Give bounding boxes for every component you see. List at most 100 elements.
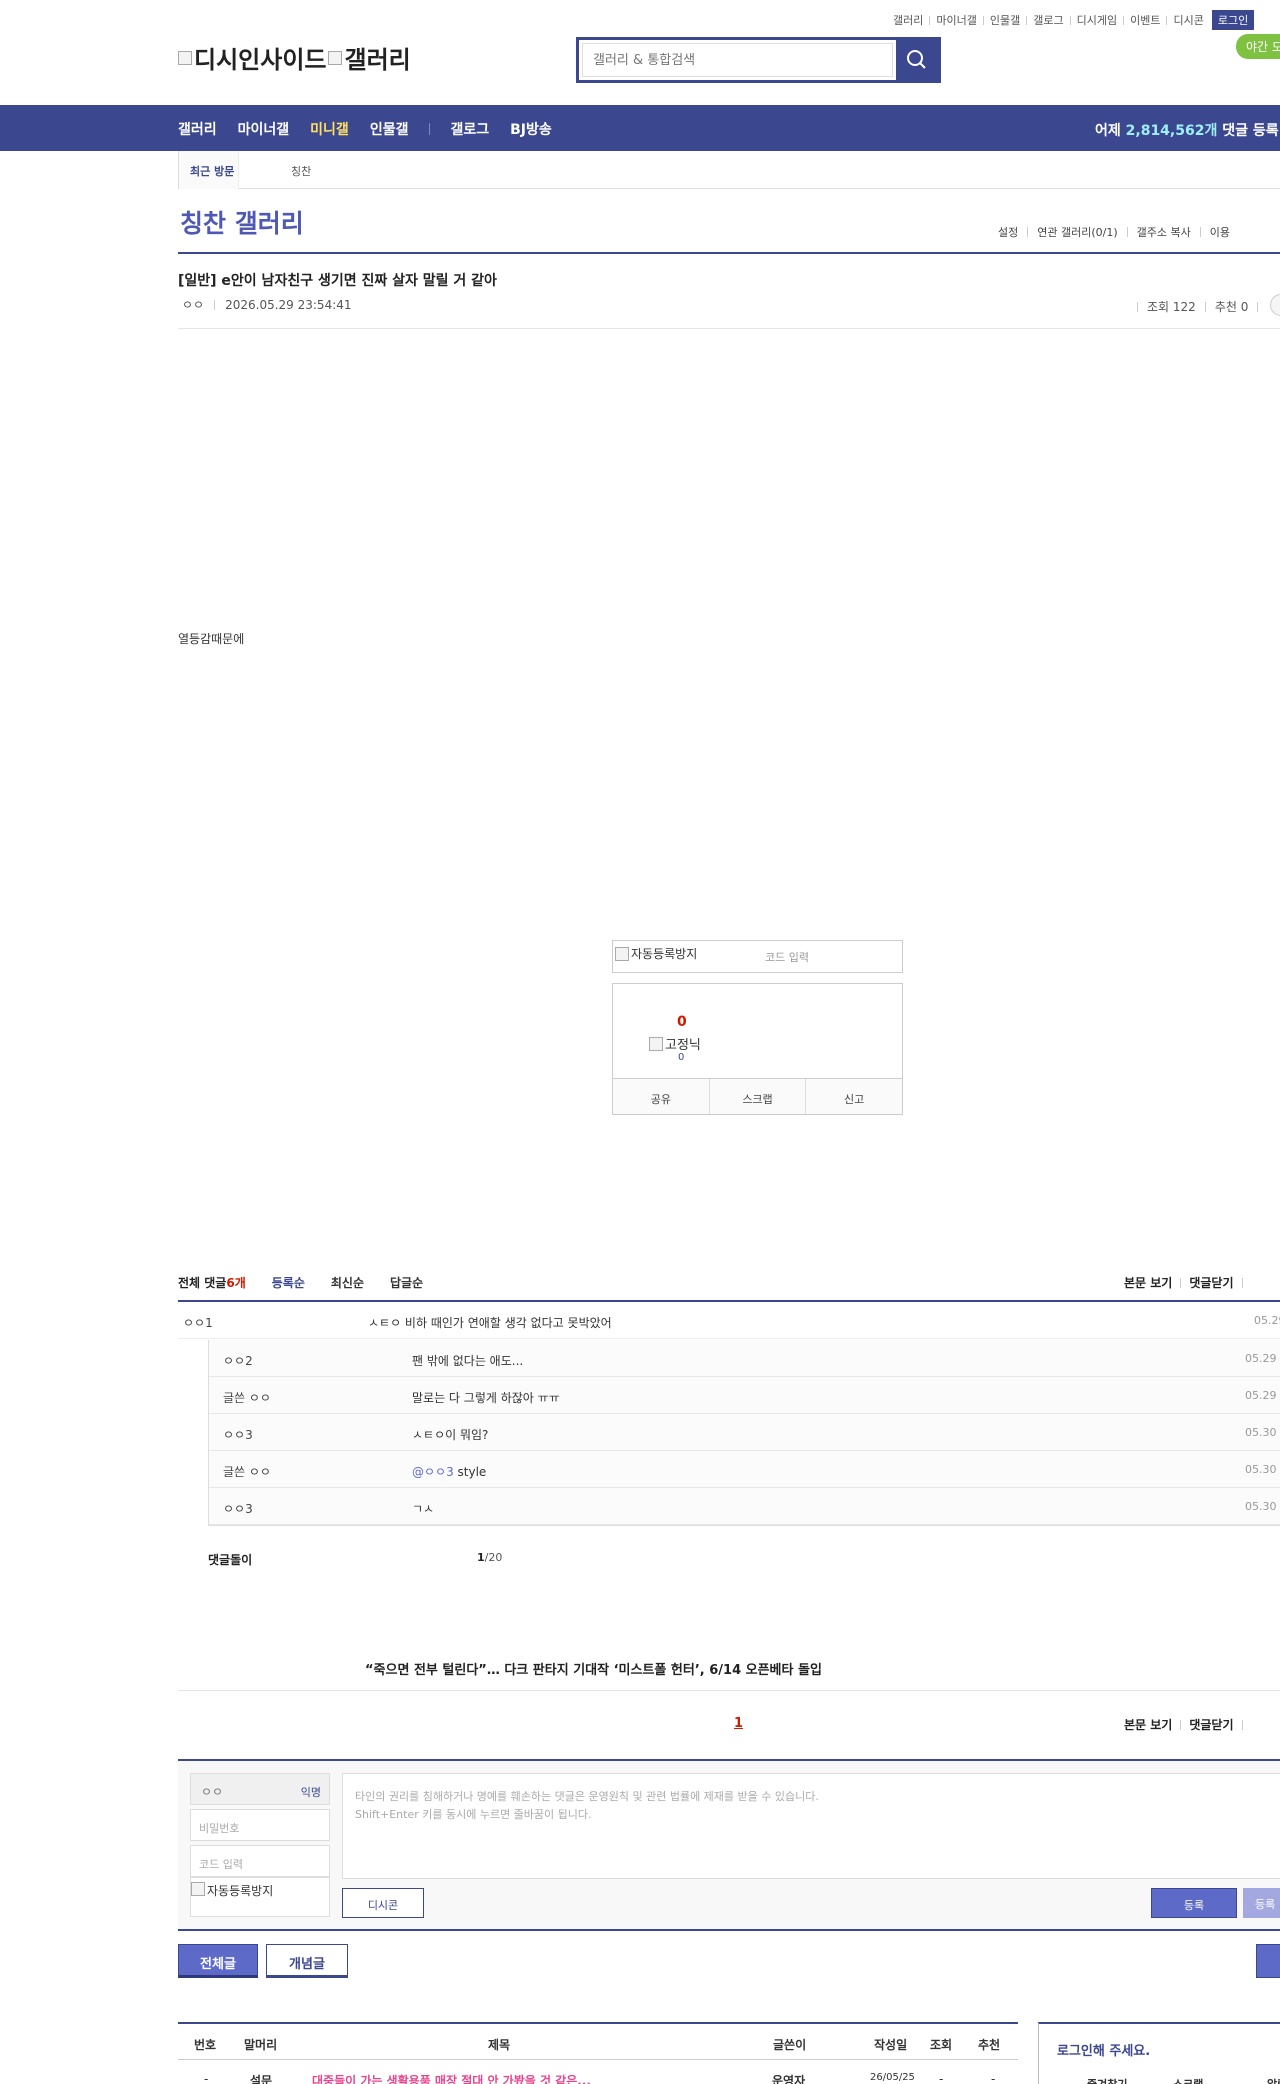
header-number: 번호 xyxy=(194,2038,217,2052)
password-field[interactable]: 비밀번호 xyxy=(190,1809,330,1841)
broken-image-icon xyxy=(178,50,192,65)
header-recommend: 추천 xyxy=(978,2038,1001,2052)
broken-image-icon xyxy=(649,1036,663,1051)
close-comments-link[interactable]: 댓글닫기 xyxy=(1189,1274,1233,1291)
row-writer[interactable]: 운영자 xyxy=(772,2072,805,2084)
divider xyxy=(1180,1719,1182,1730)
divider xyxy=(178,252,1280,254)
report-button[interactable]: 신고 xyxy=(806,1079,903,1114)
divider xyxy=(982,15,984,25)
code-input-field[interactable]: 코드 입력 xyxy=(190,1845,330,1877)
login-side-box: 로그인해 주세요. 즐겨찾기 스크랩 알림 xyxy=(1038,2022,1280,2084)
search-button[interactable] xyxy=(896,40,938,80)
top-link-person[interactable]: 인물갤 xyxy=(990,12,1020,28)
search-input[interactable] xyxy=(582,43,893,77)
close-comments-link[interactable]: 댓글닫기 xyxy=(1189,1716,1233,1733)
captcha-alt: 자동등록방지 xyxy=(631,947,698,961)
usage-link[interactable]: 이용 xyxy=(1210,224,1230,240)
night-mode-toggle[interactable]: 야간 모 xyxy=(1236,34,1280,59)
reply-nick[interactable]: 글쓴 ㅇㅇ xyxy=(223,1389,271,1406)
news-headline[interactable]: “죽으면 전부 털린다”… 다크 판타지 기대작 ‘미스트폴 헌터’, 6/14… xyxy=(365,1659,822,1678)
all-posts-button[interactable]: 전체글 xyxy=(178,1944,258,1978)
sort-latest[interactable]: 최신순 xyxy=(331,1274,364,1291)
reply-nick[interactable]: 글쓴 ㅇㅇ xyxy=(223,1463,271,1480)
comments-actions-bottom: 본문 보기 댓글닫기 xyxy=(1124,1716,1251,1733)
top-link-event[interactable]: 이벤트 xyxy=(1130,12,1160,28)
tab-scrap[interactable]: 스크랩 xyxy=(1173,2076,1203,2084)
comment-textarea[interactable]: 타인의 권리를 침해하거나 명예를 훼손하는 댓글은 운영원칙 및 관련 법률에… xyxy=(342,1773,1280,1879)
top-link-minor[interactable]: 마이너갤 xyxy=(936,12,976,28)
top-link-gallery[interactable]: 갤러리 xyxy=(893,12,923,28)
recent-visit-item[interactable]: 칭찬 xyxy=(291,163,311,179)
header-head: 말머리 xyxy=(244,2038,278,2052)
post-stats: 조회 122 추천 0 xyxy=(1128,298,1267,315)
row-views: - xyxy=(939,2072,944,2084)
pagination-current[interactable]: 1 xyxy=(734,1716,743,1731)
post-author[interactable]: ㅇㅇ xyxy=(182,296,204,313)
comment-stat: 어제 2,814,562개 댓글 등록 xyxy=(1095,120,1279,140)
top-link-dcgame[interactable]: 디시게임 xyxy=(1077,12,1117,28)
divider xyxy=(1241,1719,1243,1730)
reply-nick[interactable]: ㅇㅇ3 xyxy=(223,1500,253,1517)
header-date: 작성일 xyxy=(874,2038,908,2052)
site-logo[interactable]: 디시인사이드 갤러리 xyxy=(178,40,411,75)
scrap-button[interactable]: 스크랩 xyxy=(709,1079,807,1114)
nav-person-gallery[interactable]: 인물갤 xyxy=(370,119,409,139)
fixed-nick-count: 0 xyxy=(678,1052,685,1063)
nav-mini-gallery[interactable]: 미니갤 xyxy=(310,119,349,139)
tab-notifications[interactable]: 알림 xyxy=(1267,2076,1280,2084)
concept-posts-button[interactable]: 개념글 xyxy=(266,1944,348,1978)
top-link-gallog[interactable]: 갤로그 xyxy=(1033,12,1063,28)
gallery-title[interactable]: 칭찬 갤러리 xyxy=(180,204,304,240)
post-date: 2026.05.29 23:54:41 xyxy=(225,297,352,312)
share-icon[interactable] xyxy=(1270,294,1280,316)
nav-gallog[interactable]: 갤로그 xyxy=(450,119,489,139)
settings-link[interactable]: 설정 xyxy=(998,224,1018,240)
broken-image-icon xyxy=(328,50,343,65)
related-gallery-link[interactable]: 연관 갤러리(0/1) xyxy=(1037,224,1117,240)
login-prompt[interactable]: 로그인해 주세요. xyxy=(1057,2040,1150,2059)
post-meta: ㅇㅇ 2026.05.29 23:54:41 xyxy=(182,296,352,313)
comment-bot-link[interactable]: 댓글돌이 xyxy=(208,1551,252,1568)
dccon-button[interactable]: 디시콘 xyxy=(342,1888,424,1918)
sort-replies[interactable]: 답글순 xyxy=(390,1274,423,1291)
header-writer: 글쓴이 xyxy=(773,2038,807,2052)
comment-write-form: ㅇㅇ 익명 비밀번호 코드 입력 자동등록방지 타인의 권리를 침해하거나 명예… xyxy=(178,1761,1280,1931)
submit-secondary-button[interactable]: 등록 xyxy=(1243,1888,1280,1918)
recent-visit-tab[interactable]: 최근 방문 xyxy=(179,151,239,189)
view-body-link[interactable]: 본문 보기 xyxy=(1124,1274,1172,1291)
comment-page-current: 1 xyxy=(477,1551,485,1564)
anonymous-label: 익명 xyxy=(300,1786,321,1799)
fixed-nick-alt: 고정닉 xyxy=(665,1038,701,1053)
reply-nick[interactable]: ㅇㅇ3 xyxy=(223,1426,253,1443)
submit-button[interactable]: 등록 xyxy=(1151,1888,1237,1918)
captcha-code-input[interactable]: 코드 입력 xyxy=(765,949,809,965)
copy-address-link[interactable]: 갤주소 복사 xyxy=(1137,224,1191,240)
recommend-box: 0 고정닉 0 공유 스크랩 신고 xyxy=(612,983,903,1115)
top-link-dccon[interactable]: 디시콘 xyxy=(1173,12,1203,28)
reply-nick[interactable]: ㅇㅇ2 xyxy=(223,1352,253,1369)
sort-registered[interactable]: 등록순 xyxy=(272,1274,305,1291)
reply-date: 05.30 0 xyxy=(1245,1500,1280,1513)
nickname-field[interactable]: ㅇㅇ 익명 xyxy=(190,1773,330,1805)
recommend-captcha: 자동등록방지 코드 입력 xyxy=(612,940,903,973)
divider xyxy=(1199,227,1201,237)
login-button[interactable]: 로그인 xyxy=(1211,10,1255,30)
view-body-link[interactable]: 본문 보기 xyxy=(1124,1716,1172,1733)
fixed-nick-recommend-button[interactable]: 고정닉 xyxy=(649,1034,701,1053)
code-placeholder: 코드 입력 xyxy=(199,1858,243,1871)
nav-bj[interactable]: BJ방송 xyxy=(510,119,552,139)
comment-nick[interactable]: ㅇㅇ1 xyxy=(183,1314,213,1331)
nav-gallery[interactable]: 갤러리 xyxy=(178,119,217,139)
table-row[interactable]: - 설문 대중들이 가는 생활용품 매장 절대 안 가봤을 것 같은... 운영… xyxy=(178,2060,1018,2084)
comment-page-total: /20 xyxy=(484,1551,503,1564)
row-subject[interactable]: 대중들이 가는 생활용품 매장 절대 안 가봤을 것 같은... xyxy=(312,2072,591,2084)
reply-row: 글쓴 ㅇㅇ 말로는 다 그렇게 하잖아 ㅠㅠ 05.29 2 xyxy=(209,1377,1280,1414)
password-placeholder: 비밀번호 xyxy=(199,1822,240,1835)
captcha-image: 자동등록방지 xyxy=(615,945,697,962)
share-button[interactable]: 공유 xyxy=(613,1079,710,1114)
reply-mention[interactable]: @ㅇㅇ3 xyxy=(412,1465,454,1479)
write-button[interactable] xyxy=(1256,1944,1280,1978)
tab-favorites[interactable]: 즐겨찾기 xyxy=(1087,2076,1127,2084)
nav-minor-gallery[interactable]: 마이너갤 xyxy=(238,119,290,139)
